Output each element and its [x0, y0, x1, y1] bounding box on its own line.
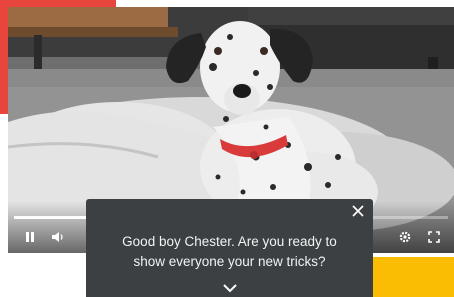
chevron-down-icon: [223, 284, 237, 293]
fullscreen-icon: [428, 231, 440, 243]
fullscreen-button[interactable]: [426, 229, 442, 245]
expand-button[interactable]: [222, 281, 238, 293]
volume-button[interactable]: [50, 229, 66, 245]
settings-button[interactable]: [397, 229, 413, 245]
close-button[interactable]: [351, 204, 365, 218]
caption-text: Good boy Chester. Are you ready to show …: [122, 234, 337, 269]
pause-icon: [26, 232, 34, 242]
stage: Good boy Chester. Are you ready to show …: [0, 0, 454, 297]
volume-icon: [52, 232, 63, 242]
caption-panel: Good boy Chester. Are you ready to show …: [86, 199, 373, 297]
pause-button[interactable]: [22, 229, 38, 245]
close-icon: [352, 205, 364, 217]
gear-icon: [399, 231, 411, 243]
